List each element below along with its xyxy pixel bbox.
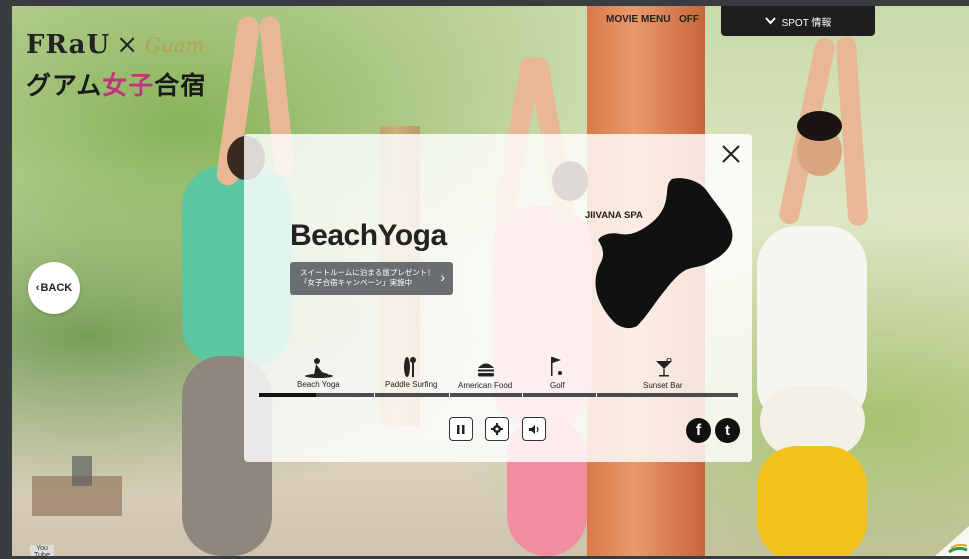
promo-line-2: 「女子合宿キャンペーン」実施中 <box>300 278 413 287</box>
campaign-promo-button[interactable]: スイートルームに泊まる旅プレゼント！ 「女子合宿キャンペーン」実施中 › <box>290 262 453 295</box>
video-progress-fill <box>259 393 317 397</box>
close-icon[interactable] <box>720 143 742 165</box>
spot-info-button[interactable]: SPOT 情報 <box>721 6 875 36</box>
hair <box>797 111 842 141</box>
chevron-left-icon: ‹ <box>35 282 40 294</box>
woman-right-legs <box>757 446 867 556</box>
cocktail-icon[interactable] <box>655 358 673 378</box>
surfboard-icon[interactable] <box>402 356 418 378</box>
back-button[interactable]: ‹ BACK <box>28 262 80 314</box>
gear-icon <box>491 423 503 435</box>
video-progress-track[interactable] <box>259 393 738 397</box>
progress-divider <box>449 391 450 399</box>
lantern <box>72 456 92 486</box>
nav-american-food[interactable]: American Food <box>458 381 512 390</box>
golf-flag-icon[interactable] <box>549 356 565 378</box>
facebook-icon[interactable]: f <box>686 418 711 443</box>
brand-subtitle: グアム女子合宿 <box>26 72 207 100</box>
speaker-icon <box>528 424 539 434</box>
progress-divider <box>522 391 523 399</box>
guam-island-map[interactable] <box>592 176 737 331</box>
brand-guam-logo: Guam <box>145 33 205 57</box>
spot-name: JIIVANA SPA <box>585 210 643 221</box>
chevron-down-icon <box>764 17 776 25</box>
pause-button[interactable] <box>449 417 473 441</box>
pause-icon <box>457 424 465 434</box>
nav-sunset-bar[interactable]: Sunset Bar <box>643 381 683 390</box>
window-left-frame <box>0 0 12 556</box>
settings-button[interactable] <box>485 417 509 441</box>
progress-divider <box>596 391 597 399</box>
youtube-logo[interactable]: You Tube <box>30 545 54 559</box>
yoga-icon[interactable] <box>304 357 334 379</box>
promo-line-1: スイートルームに泊まる旅プレゼント！ <box>300 268 435 277</box>
twitter-icon[interactable]: t <box>715 418 740 443</box>
corner-brand-icon <box>935 526 969 556</box>
nav-golf[interactable]: Golf <box>550 381 565 390</box>
burger-icon[interactable] <box>477 360 495 378</box>
movie-menu-label: MOVIE MENU <box>606 14 671 25</box>
spot-info-label: SPOT 情報 <box>781 17 832 29</box>
panel-title: BeachYoga <box>290 219 447 252</box>
chevron-right-icon: › <box>440 269 445 285</box>
nav-beach-yoga[interactable]: Beach Yoga <box>297 380 340 389</box>
progress-divider <box>374 391 375 399</box>
nav-paddle-surfing[interactable]: Paddle Surfing <box>385 380 437 389</box>
volume-button[interactable] <box>522 417 546 441</box>
movie-menu-toggle[interactable]: OFF <box>679 14 699 25</box>
brand-frau-logo[interactable]: FRaU × <box>26 30 139 60</box>
back-button-label: BACK <box>40 282 73 294</box>
